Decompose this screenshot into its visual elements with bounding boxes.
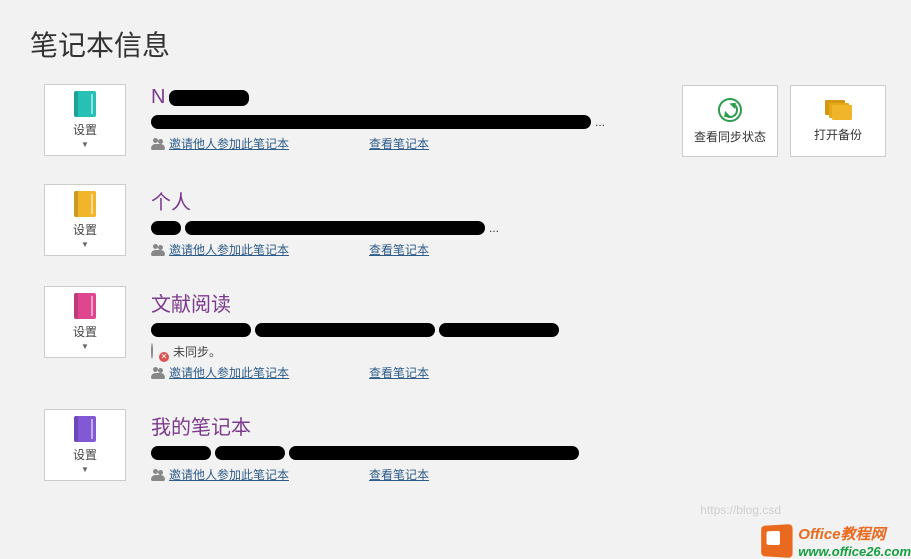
notebook-icon [74,293,96,319]
notebook-name: N [151,86,631,109]
view-notebook-link[interactable]: 查看笔记本 [369,241,429,258]
people-icon [151,469,165,481]
notebook-icon [74,191,96,217]
view-notebook-link[interactable]: 查看笔记本 [369,466,429,483]
sync-icon [718,98,742,122]
watermark-line1: Office教程网 [798,526,885,543]
chevron-down-icon: ▼ [81,465,89,474]
view-sync-status-button[interactable]: 查看同步状态 [682,85,778,157]
notebook-row: 设置 ▼ 我的笔记本 邀请他人参加此笔记本 查看笔记本 [44,409,911,483]
view-notebook-link[interactable]: 查看笔记本 [369,364,429,381]
settings-label: 设置 [73,121,97,138]
notebook-path: ... [151,221,631,235]
open-backup-button[interactable]: 打开备份 [790,85,886,157]
notebook-row: 设置 ▼ 文献阅读 ✕ 未同步。 邀请他人参加此笔记本 查看笔记本 [44,286,911,381]
chevron-down-icon: ▼ [81,140,89,149]
notebook-settings-button[interactable]: 设置 ▼ [44,409,126,481]
people-icon [151,138,165,150]
notebook-icon [74,416,96,442]
invite-link[interactable]: 邀请他人参加此笔记本 [169,135,289,152]
view-notebook-link[interactable]: 查看笔记本 [369,135,429,152]
notebook-row: 设置 ▼ 个人 ... 邀请他人参加此笔记本 查看笔记本 [44,184,911,258]
notebook-path: ... [151,115,631,129]
invite-link[interactable]: 邀请他人参加此笔记本 [169,364,289,381]
notebook-path [151,446,631,460]
notebook-name: 个人 [151,186,631,215]
notebook-settings-button[interactable]: 设置 ▼ [44,286,126,358]
sync-status: ✕ 未同步。 [151,343,631,360]
people-icon [151,367,165,379]
watermark-logo-icon [761,524,792,558]
notebook-path [151,323,631,337]
chevron-down-icon: ▼ [81,342,89,351]
settings-label: 设置 [73,446,97,463]
notebook-name: 我的笔记本 [151,411,631,440]
notebook-settings-button[interactable]: 设置 ▼ [44,184,126,256]
sync-button-label: 查看同步状态 [694,128,766,145]
watermark: Office教程网 www.office26.com [760,523,911,559]
settings-label: 设置 [73,221,97,238]
notebook-icon [74,91,96,117]
chevron-down-icon: ▼ [81,240,89,249]
watermark-line2: www.office26.com [798,544,911,559]
page-title: 笔记本信息 [0,0,911,84]
notebook-name: 文献阅读 [151,288,631,317]
invite-link[interactable]: 邀请他人参加此笔记本 [169,241,289,258]
settings-label: 设置 [73,323,97,340]
sync-error-icon: ✕ [151,344,167,360]
backup-button-label: 打开备份 [814,126,862,143]
notebook-settings-button[interactable]: 设置 ▼ [44,84,126,156]
invite-link[interactable]: 邀请他人参加此笔记本 [169,466,289,483]
folder-stack-icon [825,100,851,120]
people-icon [151,244,165,256]
faint-url-text: https://blog.csd [700,503,781,517]
